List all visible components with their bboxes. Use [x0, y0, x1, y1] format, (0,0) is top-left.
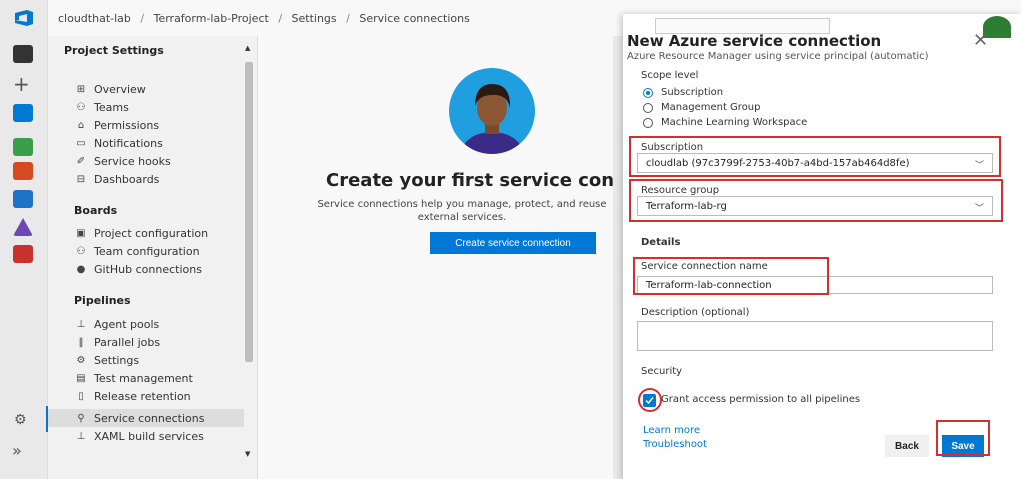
nav-parallel-jobs[interactable]: ‖ Parallel jobs	[74, 333, 161, 351]
nav-teams[interactable]: ⚇ Teams	[74, 98, 129, 116]
boards-group-title: Boards	[74, 204, 118, 217]
scope-level-label: Scope level	[641, 70, 699, 81]
close-icon[interactable]: ✕	[973, 30, 988, 51]
troubleshoot-link[interactable]: Troubleshoot	[643, 439, 707, 450]
nav-github-connections[interactable]: ● GitHub connections	[74, 260, 202, 278]
service-connection-icon: ⚲	[77, 412, 85, 424]
radio-selected-icon	[643, 87, 653, 98]
lock-icon: ⌂	[77, 119, 85, 131]
breadcrumb-org[interactable]: cloudthat-lab	[58, 12, 131, 25]
panel-title: New Azure service connection	[627, 32, 882, 50]
settings-title: Project Settings	[64, 44, 164, 57]
person-illustration-icon	[449, 68, 535, 154]
notification-icon: ▭	[76, 137, 86, 149]
nav-notifications[interactable]: ▭ Notifications	[74, 134, 163, 152]
grant-access-label[interactable]: Grant access permission to all pipelines	[661, 394, 860, 405]
project-tile-icon[interactable]	[13, 45, 33, 63]
hook-icon: ✐	[76, 155, 86, 167]
expand-chevron-icon[interactable]: »	[12, 441, 22, 460]
back-button[interactable]: Back	[885, 435, 929, 457]
description-input[interactable]	[637, 321, 993, 351]
empty-state-description: Service connections help you manage, pro…	[317, 199, 607, 223]
nav-permissions[interactable]: ⌂ Permissions	[74, 116, 159, 134]
scope-option-ml-workspace[interactable]: Machine Learning Workspace	[643, 117, 807, 128]
learn-more-link[interactable]: Learn more	[643, 425, 700, 436]
panel-shadow	[613, 36, 623, 479]
nav-test-management[interactable]: ▤ Test management	[74, 369, 193, 387]
breadcrumb-current[interactable]: Service connections	[359, 12, 470, 25]
project-settings-nav: Project Settings ⊞ Overview ⚇ Teams ⌂ Permi…	[48, 36, 258, 479]
breadcrumb: cloudthat-lab / Terraform-lab-Project / …	[58, 12, 470, 25]
github-icon: ●	[76, 263, 86, 275]
nav-team-configuration[interactable]: ⚇ Team configuration	[74, 242, 200, 260]
settings-icon: ⚙	[76, 354, 86, 366]
boards-icon[interactable]	[13, 138, 33, 156]
agent-pool-icon: ⊥	[76, 318, 86, 330]
security-label: Security	[641, 366, 683, 377]
overview-icon[interactable]	[13, 104, 33, 122]
highlight-subscription	[629, 136, 1001, 177]
breadcrumb-project[interactable]: Terraform-lab-Project	[154, 12, 269, 25]
scope-option-subscription[interactable]: Subscription	[643, 87, 723, 98]
teams-icon: ⚇	[76, 101, 86, 113]
radio-icon	[643, 117, 653, 128]
scope-option-management-group[interactable]: Management Group	[643, 102, 761, 113]
scroll-thumb[interactable]	[245, 62, 253, 362]
nav-service-connections[interactable]: ⚲ Service connections	[48, 409, 244, 427]
nav-project-configuration[interactable]: ▣ Project configuration	[74, 224, 208, 242]
artifacts-icon[interactable]	[13, 245, 33, 263]
scroll-up-icon[interactable]: ▲	[245, 44, 250, 52]
add-icon[interactable]: +	[13, 72, 30, 96]
breadcrumb-settings[interactable]: Settings	[292, 12, 337, 25]
nav-service-hooks[interactable]: ✐ Service hooks	[74, 152, 171, 170]
pipelines-group-title: Pipelines	[74, 294, 131, 307]
create-service-connection-button[interactable]: Create service connection	[430, 232, 596, 254]
highlight-checkbox-circle	[638, 388, 662, 412]
new-service-connection-panel: New Azure service connection Azure Resou…	[623, 14, 1021, 479]
parallel-icon: ‖	[78, 336, 84, 348]
description-label: Description (optional)	[641, 307, 750, 318]
nav-xaml-build-services[interactable]: ⊥ XAML build services	[74, 427, 204, 445]
app-rail: + ⚙ »	[0, 0, 48, 479]
nav-release-retention[interactable]: ▯ Release retention	[74, 387, 190, 405]
panel-subtitle: Azure Resource Manager using service pri…	[627, 51, 929, 62]
azure-devops-logo-icon[interactable]	[13, 9, 35, 27]
gear-icon[interactable]: ⚙	[14, 412, 27, 428]
config-icon: ▣	[76, 227, 86, 239]
retention-icon: ▯	[78, 390, 84, 402]
team-config-icon: ⚇	[76, 245, 86, 257]
xaml-icon: ⊥	[76, 430, 86, 442]
nav-agent-pools[interactable]: ⊥ Agent pools	[74, 315, 160, 333]
nav-overview[interactable]: ⊞ Overview	[74, 80, 146, 98]
details-heading: Details	[641, 237, 681, 248]
settings-scrollbar[interactable]: ▲ ▼	[244, 40, 254, 460]
highlight-connection-name	[633, 257, 829, 295]
nav-dashboards[interactable]: ⊟ Dashboards	[74, 170, 160, 188]
test-icon: ▤	[76, 372, 86, 384]
dashboard-icon: ⊟	[76, 173, 86, 185]
highlight-save	[936, 420, 990, 456]
empty-state-title: Create your first service con	[326, 170, 615, 191]
scroll-down-icon[interactable]: ▼	[245, 450, 250, 458]
test-plans-icon[interactable]	[13, 218, 33, 236]
highlight-resource-group	[629, 179, 1003, 222]
nav-settings[interactable]: ⚙ Settings	[74, 351, 140, 369]
repos-icon[interactable]	[13, 162, 33, 180]
radio-icon	[643, 102, 653, 113]
pipelines-icon[interactable]	[13, 190, 33, 208]
empty-state: Create your first service con Service co…	[258, 36, 623, 479]
overview-nav-icon: ⊞	[76, 83, 86, 95]
